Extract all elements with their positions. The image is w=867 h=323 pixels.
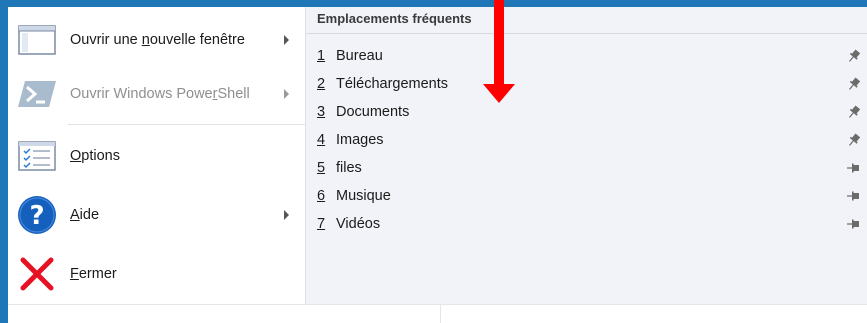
- pinned-icon[interactable]: [846, 132, 862, 148]
- help-item[interactable]: ? Aide: [8, 186, 305, 244]
- command-list: Ouvrir une nouvelle fenêtre Ouvrir Windo…: [8, 7, 305, 304]
- item-name: Musique: [336, 188, 391, 204]
- red-down-arrow-annotation: [483, 0, 515, 103]
- close-icon: [16, 253, 58, 295]
- new-window-icon: [16, 19, 58, 61]
- submenu-arrow-icon: [284, 89, 289, 99]
- menu-separator: [68, 124, 305, 125]
- column-divider: [440, 305, 441, 323]
- pinned-icon[interactable]: [846, 48, 862, 64]
- item-number: 1: [317, 48, 326, 64]
- submenu-arrow-icon: [284, 210, 289, 220]
- item-name: Images: [336, 132, 384, 148]
- frequent-place-item[interactable]: 2 Téléchargements: [306, 70, 867, 98]
- frequent-place-item[interactable]: 7 Vidéos: [306, 210, 867, 238]
- help-icon: ?: [16, 194, 58, 236]
- submenu-arrow-icon: [284, 35, 289, 45]
- svg-text:?: ?: [29, 201, 44, 231]
- item-number: 2: [317, 76, 326, 92]
- pinned-icon[interactable]: [846, 76, 862, 92]
- item-name: Documents: [336, 104, 410, 120]
- item-number: 7: [317, 216, 326, 232]
- item-number: 3: [317, 104, 326, 120]
- item-name: Vidéos: [336, 216, 381, 232]
- item-number: 4: [317, 132, 326, 148]
- file-menu-panel: Ouvrir une nouvelle fenêtre Ouvrir Windo…: [8, 7, 867, 304]
- frequent-place-item[interactable]: 3 Documents: [306, 98, 867, 126]
- open-powershell-item[interactable]: Ouvrir Windows PowerShell: [8, 65, 305, 123]
- options-item[interactable]: Options: [8, 127, 305, 185]
- frequent-place-item[interactable]: 4 Images: [306, 126, 867, 154]
- open-new-window-label: Ouvrir une nouvelle fenêtre: [70, 32, 245, 48]
- item-name: files: [336, 160, 362, 176]
- open-new-window-item[interactable]: Ouvrir une nouvelle fenêtre: [8, 11, 305, 69]
- options-label: Options: [70, 148, 120, 164]
- item-number: 6: [317, 188, 326, 204]
- unpinned-icon[interactable]: [846, 188, 862, 204]
- close-label: Fermer: [70, 266, 117, 282]
- pinned-icon[interactable]: [846, 104, 862, 120]
- unpinned-icon[interactable]: [846, 160, 862, 176]
- unpinned-icon[interactable]: [846, 216, 862, 232]
- powershell-icon: [16, 73, 58, 115]
- open-powershell-label: Ouvrir Windows PowerShell: [70, 86, 250, 102]
- frequent-place-item[interactable]: 5 files: [306, 154, 867, 182]
- explorer-background-strip: [8, 304, 867, 323]
- item-name: Téléchargements: [336, 76, 449, 92]
- item-number: 5: [317, 160, 326, 176]
- item-name: Bureau: [336, 48, 383, 64]
- options-icon: [16, 135, 58, 177]
- frequent-places-panel: Emplacements fréquents 1 Bureau 2 Téléch…: [305, 7, 867, 304]
- help-label: Aide: [70, 207, 100, 223]
- frequent-place-item[interactable]: 6 Musique: [306, 182, 867, 210]
- close-item[interactable]: Fermer: [8, 245, 305, 303]
- frequent-places-title: Emplacements fréquents: [306, 7, 867, 34]
- frequent-place-item[interactable]: 1 Bureau: [306, 42, 867, 70]
